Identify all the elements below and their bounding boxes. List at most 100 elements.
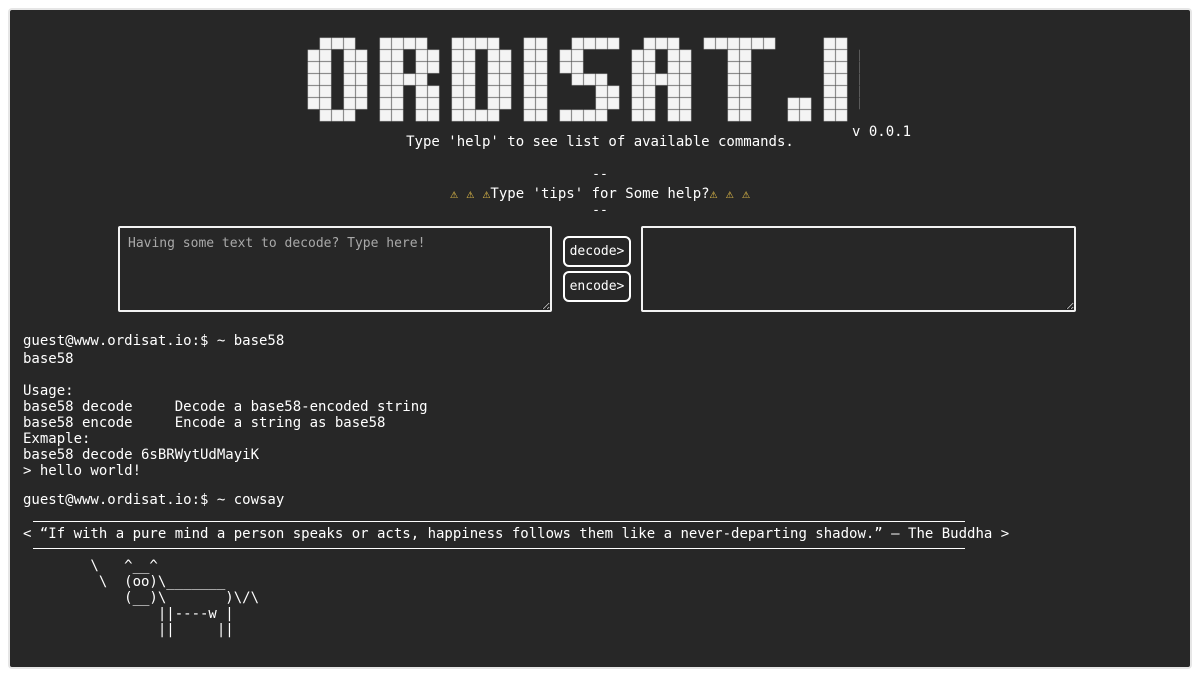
logo-pixel bbox=[451, 61, 464, 74]
logo-pixel bbox=[355, 49, 368, 62]
logo-pixel bbox=[667, 97, 680, 110]
logo-pixel bbox=[643, 97, 656, 110]
logo-pixel bbox=[319, 49, 332, 62]
logo-pixel bbox=[727, 109, 740, 122]
logo-pixel bbox=[535, 37, 548, 50]
logo-pixel bbox=[391, 61, 404, 74]
logo-pixel bbox=[487, 73, 500, 86]
logo-pixel bbox=[487, 109, 500, 122]
logo-pixel bbox=[343, 85, 356, 98]
logo-pixel bbox=[571, 109, 584, 122]
logo-pixel bbox=[643, 73, 656, 86]
logo-pixel bbox=[727, 73, 740, 86]
logo-pixel bbox=[607, 97, 620, 110]
logo-pixel bbox=[559, 61, 572, 74]
logo-pixel bbox=[379, 73, 392, 86]
logo-pixel bbox=[523, 97, 536, 110]
logo-pixel bbox=[475, 37, 488, 50]
encode-button[interactable]: encode> bbox=[563, 271, 631, 302]
separator-top: -- bbox=[592, 167, 608, 182]
warning-icon: ⚠ bbox=[742, 187, 750, 202]
logo-pixel bbox=[523, 85, 536, 98]
logo-pixel bbox=[463, 97, 476, 110]
logo-pixel bbox=[403, 37, 416, 50]
logo-pixel bbox=[571, 37, 584, 50]
tips-hint: ⚠ ⚠ ⚠Type 'tips' for Some help?⚠ ⚠ ⚠ bbox=[10, 186, 1190, 202]
logo-pixel bbox=[823, 85, 836, 98]
logo-pixel bbox=[355, 85, 368, 98]
logo-pixel bbox=[355, 73, 368, 86]
logo-pixel bbox=[391, 85, 404, 98]
logo-pixel bbox=[487, 49, 500, 62]
logo-pixel bbox=[667, 73, 680, 86]
logo-pixel bbox=[343, 49, 356, 62]
logo-pixel bbox=[535, 73, 548, 86]
logo-pixel bbox=[319, 37, 332, 50]
logo-pixel bbox=[343, 97, 356, 110]
logo-pixel bbox=[631, 85, 644, 98]
logo-pixel bbox=[739, 97, 752, 110]
logo-pixel bbox=[307, 49, 320, 62]
logo-pixel bbox=[307, 73, 320, 86]
logo-pixel bbox=[343, 73, 356, 86]
quote-top-border bbox=[33, 521, 965, 522]
logo-pixel bbox=[643, 49, 656, 62]
logo-pixel bbox=[463, 61, 476, 74]
logo-pixel bbox=[583, 37, 596, 50]
logo-pixel bbox=[391, 109, 404, 122]
logo-pixel bbox=[487, 61, 500, 74]
logo-pixel bbox=[319, 73, 332, 86]
logo-pixel bbox=[391, 37, 404, 50]
warning-icon: ⚠ bbox=[450, 187, 458, 202]
logo-pixel bbox=[475, 109, 488, 122]
logo-pixel bbox=[451, 37, 464, 50]
logo-pixel bbox=[319, 61, 332, 74]
logo-pixel bbox=[679, 97, 692, 110]
logo-pixel bbox=[631, 109, 644, 122]
logo-pixel bbox=[391, 97, 404, 110]
logo-pixel bbox=[835, 73, 848, 86]
logo-pixel bbox=[463, 73, 476, 86]
logo-pixel bbox=[667, 49, 680, 62]
logo-pixel bbox=[499, 61, 512, 74]
logo-pixel bbox=[655, 37, 668, 50]
logo-pixel bbox=[415, 61, 428, 74]
logo-pixel bbox=[499, 49, 512, 62]
logo-pixel bbox=[679, 49, 692, 62]
logo-pixel bbox=[427, 85, 440, 98]
logo-pixel bbox=[607, 37, 620, 50]
logo-pixel bbox=[835, 97, 848, 110]
logo-pixel bbox=[679, 109, 692, 122]
logo-pixel bbox=[727, 85, 740, 98]
logo-pixel bbox=[523, 61, 536, 74]
logo-pixel bbox=[787, 97, 800, 110]
logo-pixel bbox=[571, 49, 584, 62]
logo-pixel bbox=[379, 85, 392, 98]
logo-pixel bbox=[463, 109, 476, 122]
logo-pixel bbox=[451, 49, 464, 62]
logo-pixel bbox=[451, 85, 464, 98]
logo-pixel bbox=[739, 61, 752, 74]
logo-pixel bbox=[331, 37, 344, 50]
logo-pixel bbox=[535, 109, 548, 122]
decode-input[interactable] bbox=[118, 226, 552, 312]
decode-button[interactable]: decode> bbox=[563, 236, 631, 267]
logo-pixel bbox=[379, 97, 392, 110]
logo-pixel bbox=[559, 109, 572, 122]
logo-pixel bbox=[823, 73, 836, 86]
logo-pixel bbox=[319, 109, 332, 122]
cowsay-ascii-art: \ ^__^ \ (oo)\_______ (__)\ )\/\ ||----w… bbox=[90, 558, 260, 638]
logo-pixel bbox=[595, 37, 608, 50]
logo-pixel bbox=[727, 49, 740, 62]
logo-pixel bbox=[583, 109, 596, 122]
logo-pixel bbox=[631, 61, 644, 74]
warning-icon: ⚠ bbox=[725, 187, 734, 202]
logo-pixel bbox=[427, 109, 440, 122]
output-textarea[interactable] bbox=[641, 226, 1076, 312]
terminal-prompt: guest@www.ordisat.io:$ ~ cowsay bbox=[23, 492, 285, 508]
logo-pixel bbox=[799, 109, 812, 122]
logo-pixel bbox=[535, 97, 548, 110]
logo-pixel bbox=[535, 49, 548, 62]
warning-icon: ⚠ bbox=[709, 187, 718, 202]
logo-pixel bbox=[331, 109, 344, 122]
